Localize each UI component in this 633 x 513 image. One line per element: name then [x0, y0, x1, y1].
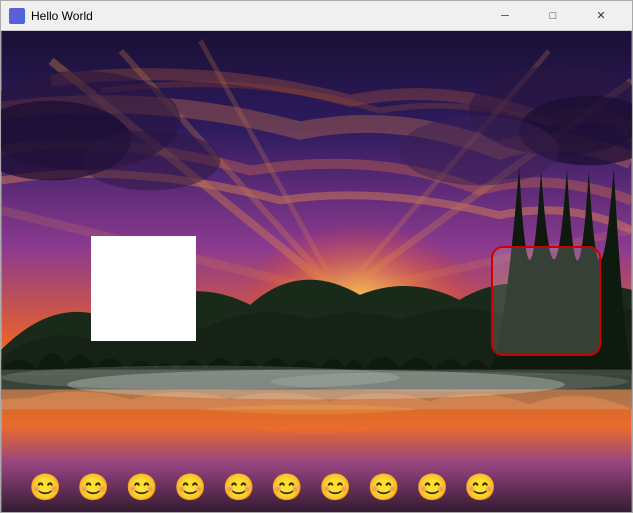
minimize-button[interactable]: ─ [482, 1, 528, 31]
titlebar-left: Hello World [9, 8, 93, 24]
maximize-button[interactable]: □ [530, 1, 576, 31]
titlebar-controls: ─ □ ✕ [482, 1, 624, 31]
emoji-4[interactable]: 😊 [174, 474, 206, 500]
emoji-3[interactable]: 😊 [126, 474, 158, 500]
white-rectangle [91, 236, 196, 341]
emoji-1[interactable]: 😊 [29, 474, 61, 500]
close-button[interactable]: ✕ [578, 1, 624, 31]
window-title: Hello World [31, 9, 93, 23]
emoji-7[interactable]: 😊 [319, 474, 351, 500]
window-content: 😊 😊 😊 😊 😊 😊 😊 😊 😊 😊 [1, 31, 632, 512]
emoji-bar: 😊 😊 😊 😊 😊 😊 😊 😊 😊 😊 [1, 474, 632, 500]
emoji-5[interactable]: 😊 [223, 474, 255, 500]
emoji-10[interactable]: 😊 [464, 474, 496, 500]
app-icon [9, 8, 25, 24]
emoji-6[interactable]: 😊 [271, 474, 303, 500]
red-rounded-rectangle [491, 246, 601, 356]
titlebar: Hello World ─ □ ✕ [1, 1, 632, 31]
emoji-2[interactable]: 😊 [77, 474, 109, 500]
app-window: Hello World ─ □ ✕ [0, 0, 633, 513]
emoji-8[interactable]: 😊 [368, 474, 400, 500]
emoji-9[interactable]: 😊 [416, 474, 448, 500]
